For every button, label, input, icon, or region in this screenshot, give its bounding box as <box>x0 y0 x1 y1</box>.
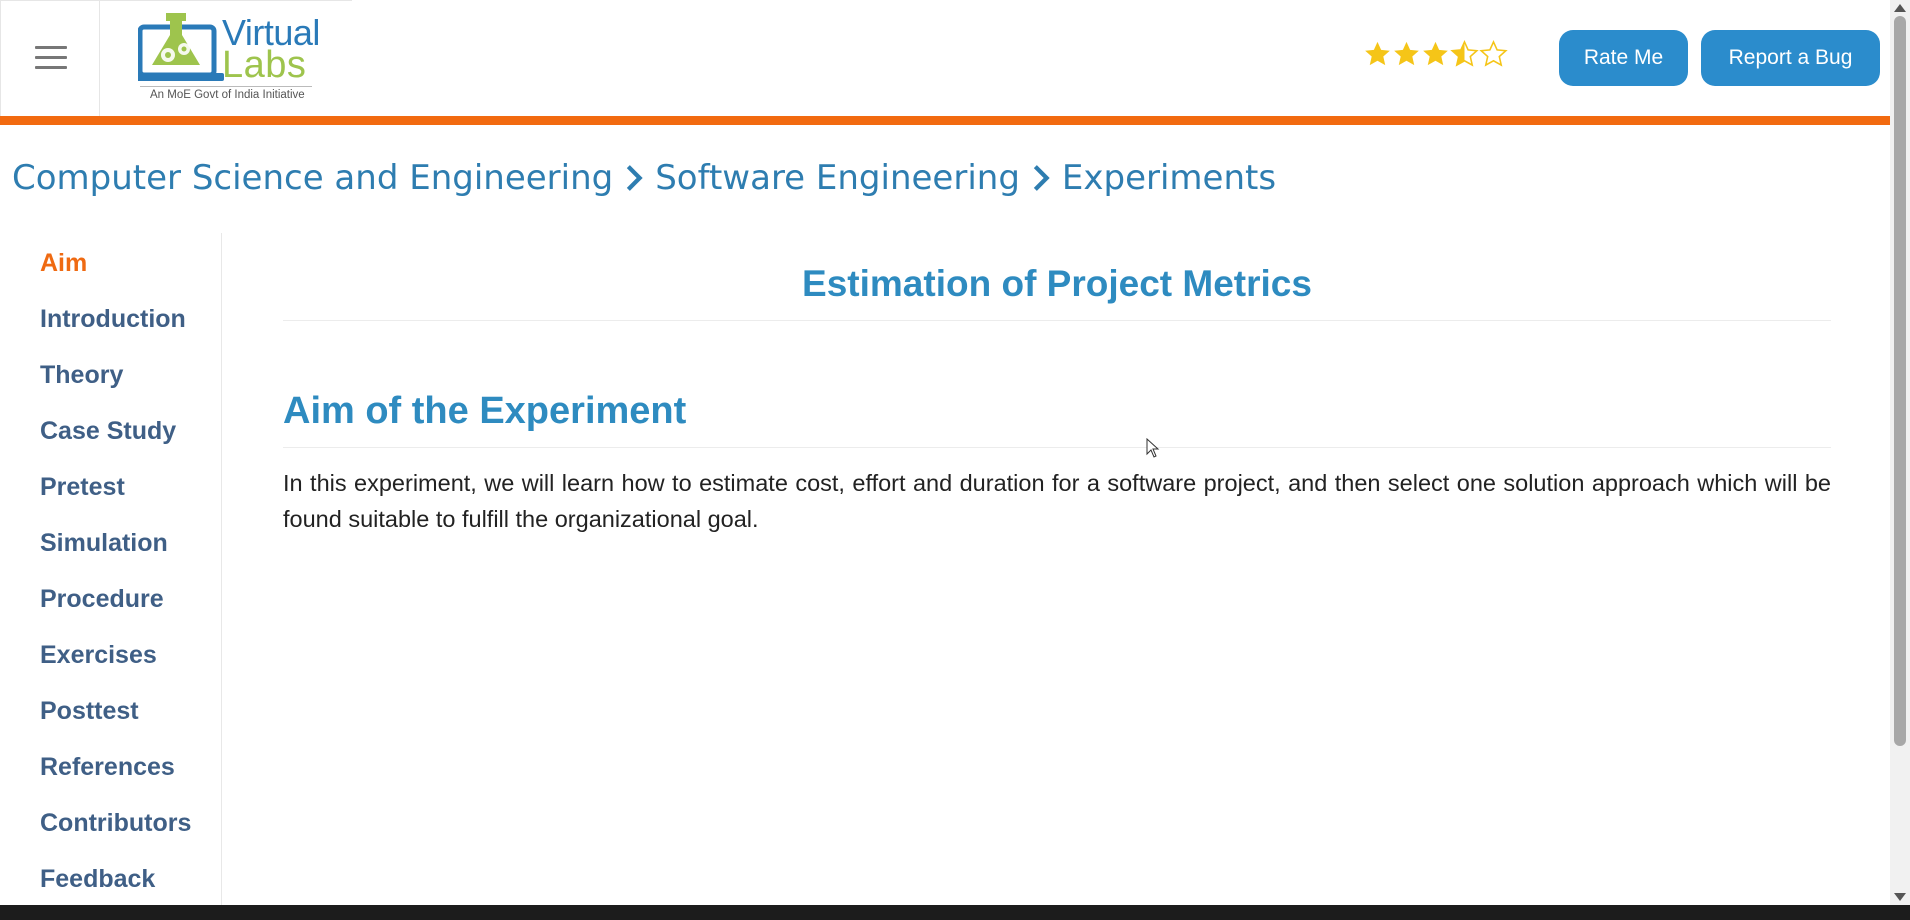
star-full-icon[interactable] <box>1392 38 1421 70</box>
rate-me-button[interactable]: Rate Me <box>1559 30 1688 86</box>
menu-icon-bar <box>35 56 67 59</box>
sidebar-item-simulation[interactable]: Simulation <box>40 529 168 558</box>
title-divider <box>283 320 1831 321</box>
page-footer-edge <box>0 905 1910 920</box>
section-title: Aim of the Experiment <box>283 390 687 432</box>
sidebar-item-posttest[interactable]: Posttest <box>40 697 139 726</box>
chevron-right-icon <box>627 165 643 191</box>
sidebar-item-references[interactable]: References <box>40 753 175 782</box>
chevron-right-icon <box>1033 165 1050 191</box>
star-full-icon[interactable] <box>1363 38 1392 70</box>
section-divider <box>283 447 1831 448</box>
sidebar-item-pretest[interactable]: Pretest <box>40 473 125 502</box>
sidebar-item-aim[interactable]: Aim <box>40 249 87 278</box>
logo-tagline: An MoE Govt of India Initiative <box>150 89 305 101</box>
header-accent-bar <box>0 116 1890 125</box>
menu-icon-bar <box>35 46 67 49</box>
star-full-icon[interactable] <box>1421 38 1450 70</box>
breadcrumb-lab[interactable]: Software Engineering <box>655 158 1020 198</box>
mouse-pointer-icon <box>1146 438 1160 458</box>
sidebar-item-procedure[interactable]: Procedure <box>40 585 164 614</box>
breadcrumb-discipline[interactable]: Computer Science and Engineering <box>12 158 613 198</box>
logo-word-labs: Labs <box>222 44 307 86</box>
logo-flask-icon <box>138 13 224 81</box>
vertical-scrollbar[interactable] <box>1890 0 1910 905</box>
breadcrumb-experiments[interactable]: Experiments <box>1062 158 1276 198</box>
star-half-icon[interactable] <box>1450 38 1479 70</box>
breadcrumb: Computer Science and Engineering Softwar… <box>12 158 1276 198</box>
menu-icon-bar <box>35 66 67 69</box>
sidebar-item-exercises[interactable]: Exercises <box>40 641 157 670</box>
experiment-sidebar: Aim Introduction Theory Case Study Prete… <box>0 233 222 905</box>
aim-paragraph: In this experiment, we will learn how to… <box>283 470 1831 532</box>
logo-divider <box>140 86 312 87</box>
hamburger-menu-button[interactable] <box>0 0 100 116</box>
star-rating[interactable] <box>1363 38 1508 78</box>
sidebar-item-introduction[interactable]: Introduction <box>40 305 186 334</box>
sidebar-item-contributors[interactable]: Contributors <box>40 809 191 838</box>
sidebar-item-theory[interactable]: Theory <box>40 361 123 390</box>
site-header: Virtual Labs An MoE Govt of India Initia… <box>0 0 1890 116</box>
sidebar-item-case-study[interactable]: Case Study <box>40 417 176 446</box>
sidebar-item-feedback[interactable]: Feedback <box>40 865 155 894</box>
report-bug-button[interactable]: Report a Bug <box>1701 30 1880 86</box>
scroll-up-arrow-icon[interactable] <box>1894 4 1906 12</box>
scroll-down-arrow-icon[interactable] <box>1894 893 1906 901</box>
scrollbar-thumb[interactable] <box>1894 16 1906 746</box>
page-title: Estimation of Project Metrics <box>802 263 1312 304</box>
star-empty-icon[interactable] <box>1479 38 1508 70</box>
